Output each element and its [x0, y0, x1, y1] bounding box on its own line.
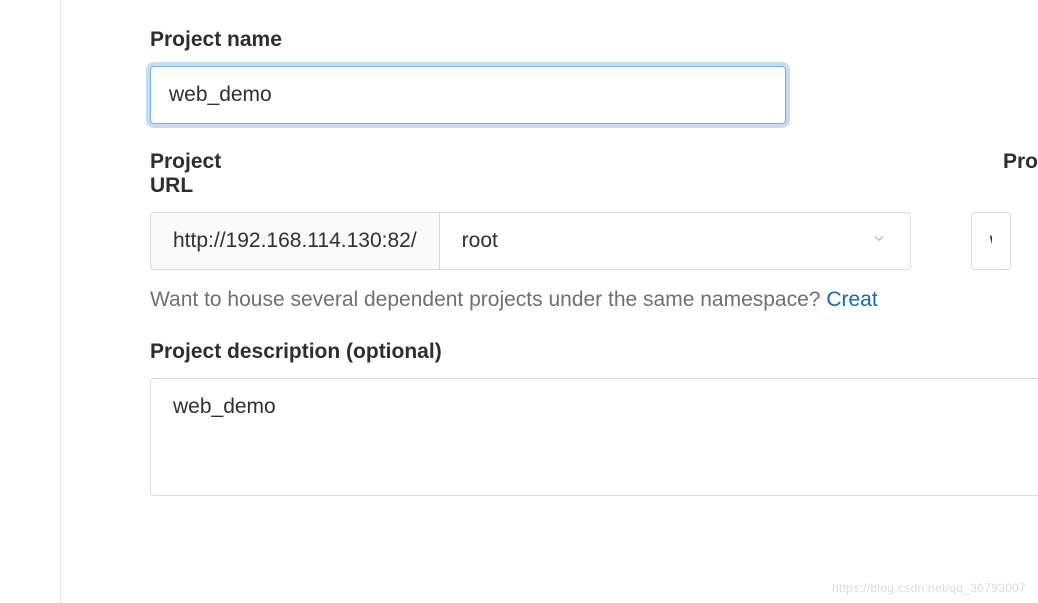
project-url-group: Project URL Pro http://192.168.114.130:8…	[150, 144, 1038, 316]
namespace-hint-text: Want to house several dependent projects…	[150, 288, 826, 311]
chevron-down-icon	[870, 229, 888, 253]
watermark-text: https://blog.csdn.net/qq_36793007	[832, 581, 1026, 595]
project-slug-label: Pro	[1003, 144, 1038, 198]
project-slug-group	[971, 212, 1011, 270]
project-description-group: Project description (optional)	[150, 316, 1038, 501]
project-name-group: Project name	[150, 0, 1038, 124]
project-description-label: Project description (optional)	[150, 316, 1038, 364]
namespace-value: root	[462, 229, 498, 253]
project-slug-input[interactable]	[971, 212, 1011, 270]
url-input-group: http://192.168.114.130:82/ root	[150, 212, 911, 270]
url-base-prefix: http://192.168.114.130:82/	[150, 212, 439, 270]
project-description-input[interactable]	[150, 378, 1038, 496]
project-name-label: Project name	[150, 0, 1038, 52]
project-name-input[interactable]	[150, 66, 786, 124]
namespace-hint: Want to house several dependent projects…	[150, 284, 1038, 316]
project-url-label: Project URL	[150, 144, 231, 198]
namespace-select[interactable]: root	[439, 212, 911, 270]
create-group-link[interactable]: Creat	[826, 288, 877, 311]
